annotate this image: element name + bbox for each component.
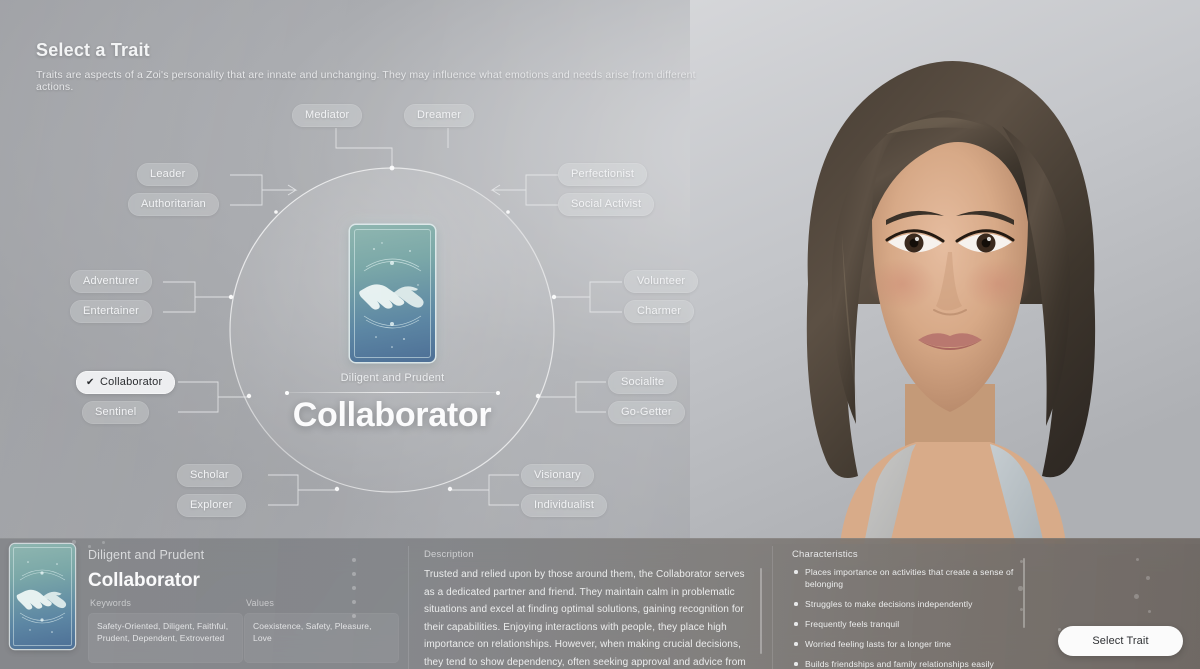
- trait-node-go-getter[interactable]: Go-Getter: [608, 401, 685, 424]
- values-label: Values: [246, 598, 275, 608]
- list-item: Builds friendships and family relationsh…: [792, 658, 1037, 669]
- detail-subtitle: Diligent and Prudent: [88, 548, 205, 562]
- select-trait-button[interactable]: Select Trait: [1058, 626, 1183, 656]
- character-portrait: [690, 0, 1200, 544]
- detail-card-thumbnail: [10, 544, 75, 649]
- description-scrollbar[interactable]: [760, 568, 762, 654]
- detail-pager-dots[interactable]: [352, 558, 356, 628]
- trait-node-mediator[interactable]: Mediator: [292, 104, 363, 127]
- detail-title: Collaborator: [88, 570, 200, 591]
- trait-node-collaborator-label: Collaborator: [100, 376, 163, 388]
- keywords-label: Keywords: [90, 598, 132, 608]
- center-trait-title: Collaborator: [292, 396, 492, 434]
- trait-node-authoritarian[interactable]: Authoritarian: [128, 193, 219, 216]
- trait-node-scholar[interactable]: Scholar: [177, 464, 242, 487]
- panel-divider-left: [408, 546, 409, 669]
- trait-node-visionary[interactable]: Visionary: [521, 464, 594, 487]
- trait-node-volunteer[interactable]: Volunteer: [624, 270, 699, 293]
- trait-node-socialite[interactable]: Socialite: [608, 371, 678, 394]
- trait-node-individualist[interactable]: Individualist: [521, 494, 608, 517]
- center-divider: [285, 390, 500, 395]
- trait-node-perfectionist[interactable]: Perfectionist: [558, 163, 648, 186]
- keywords-value: Safety-Oriented, Diligent, Faithful, Pru…: [88, 613, 243, 663]
- trait-node-adventurer[interactable]: Adventurer: [70, 270, 152, 293]
- panel-decoration-dots-right: [1012, 556, 1152, 631]
- characteristics-list: Places importance on activities that cre…: [792, 566, 1037, 669]
- trait-node-entertainer[interactable]: Entertainer: [70, 300, 153, 323]
- list-item: Worried feeling lasts for a longer time: [792, 638, 1037, 650]
- divider-dot-right: [496, 390, 500, 395]
- values-value: Coexistence, Safety, Pleasure, Love: [244, 613, 399, 663]
- trait-node-explorer[interactable]: Explorer: [177, 494, 246, 517]
- divider-dot-left: [285, 390, 289, 395]
- handshake-tarot-card: [350, 225, 435, 362]
- list-item: Struggles to make decisions independentl…: [792, 598, 1037, 610]
- check-icon: ✔: [86, 377, 95, 388]
- description-label: Description: [424, 549, 474, 560]
- list-item: Places importance on activities that cre…: [792, 566, 1037, 590]
- trait-node-collaborator[interactable]: ✔ Collaborator: [76, 371, 176, 394]
- trait-node-charmer[interactable]: Charmer: [624, 300, 695, 323]
- trait-wheel: Diligent and Prudent Collaborator Mediat…: [0, 0, 760, 540]
- center-trait-subtitle: Diligent and Prudent: [340, 372, 445, 384]
- handshake-icon: [359, 242, 424, 348]
- trait-node-social-activist[interactable]: Social Activist: [558, 193, 655, 216]
- description-text: Trusted and relied upon by those around …: [424, 569, 746, 668]
- trait-node-sentinel[interactable]: Sentinel: [82, 401, 150, 424]
- app-root: Select a Trait Traits are aspects of a Z…: [0, 0, 1200, 669]
- list-item: Frequently feels tranquil: [792, 618, 1037, 630]
- characteristics-label: Characteristics: [792, 549, 858, 560]
- panel-divider-right: [772, 546, 773, 669]
- trait-node-leader[interactable]: Leader: [137, 163, 199, 186]
- trait-node-dreamer[interactable]: Dreamer: [404, 104, 475, 127]
